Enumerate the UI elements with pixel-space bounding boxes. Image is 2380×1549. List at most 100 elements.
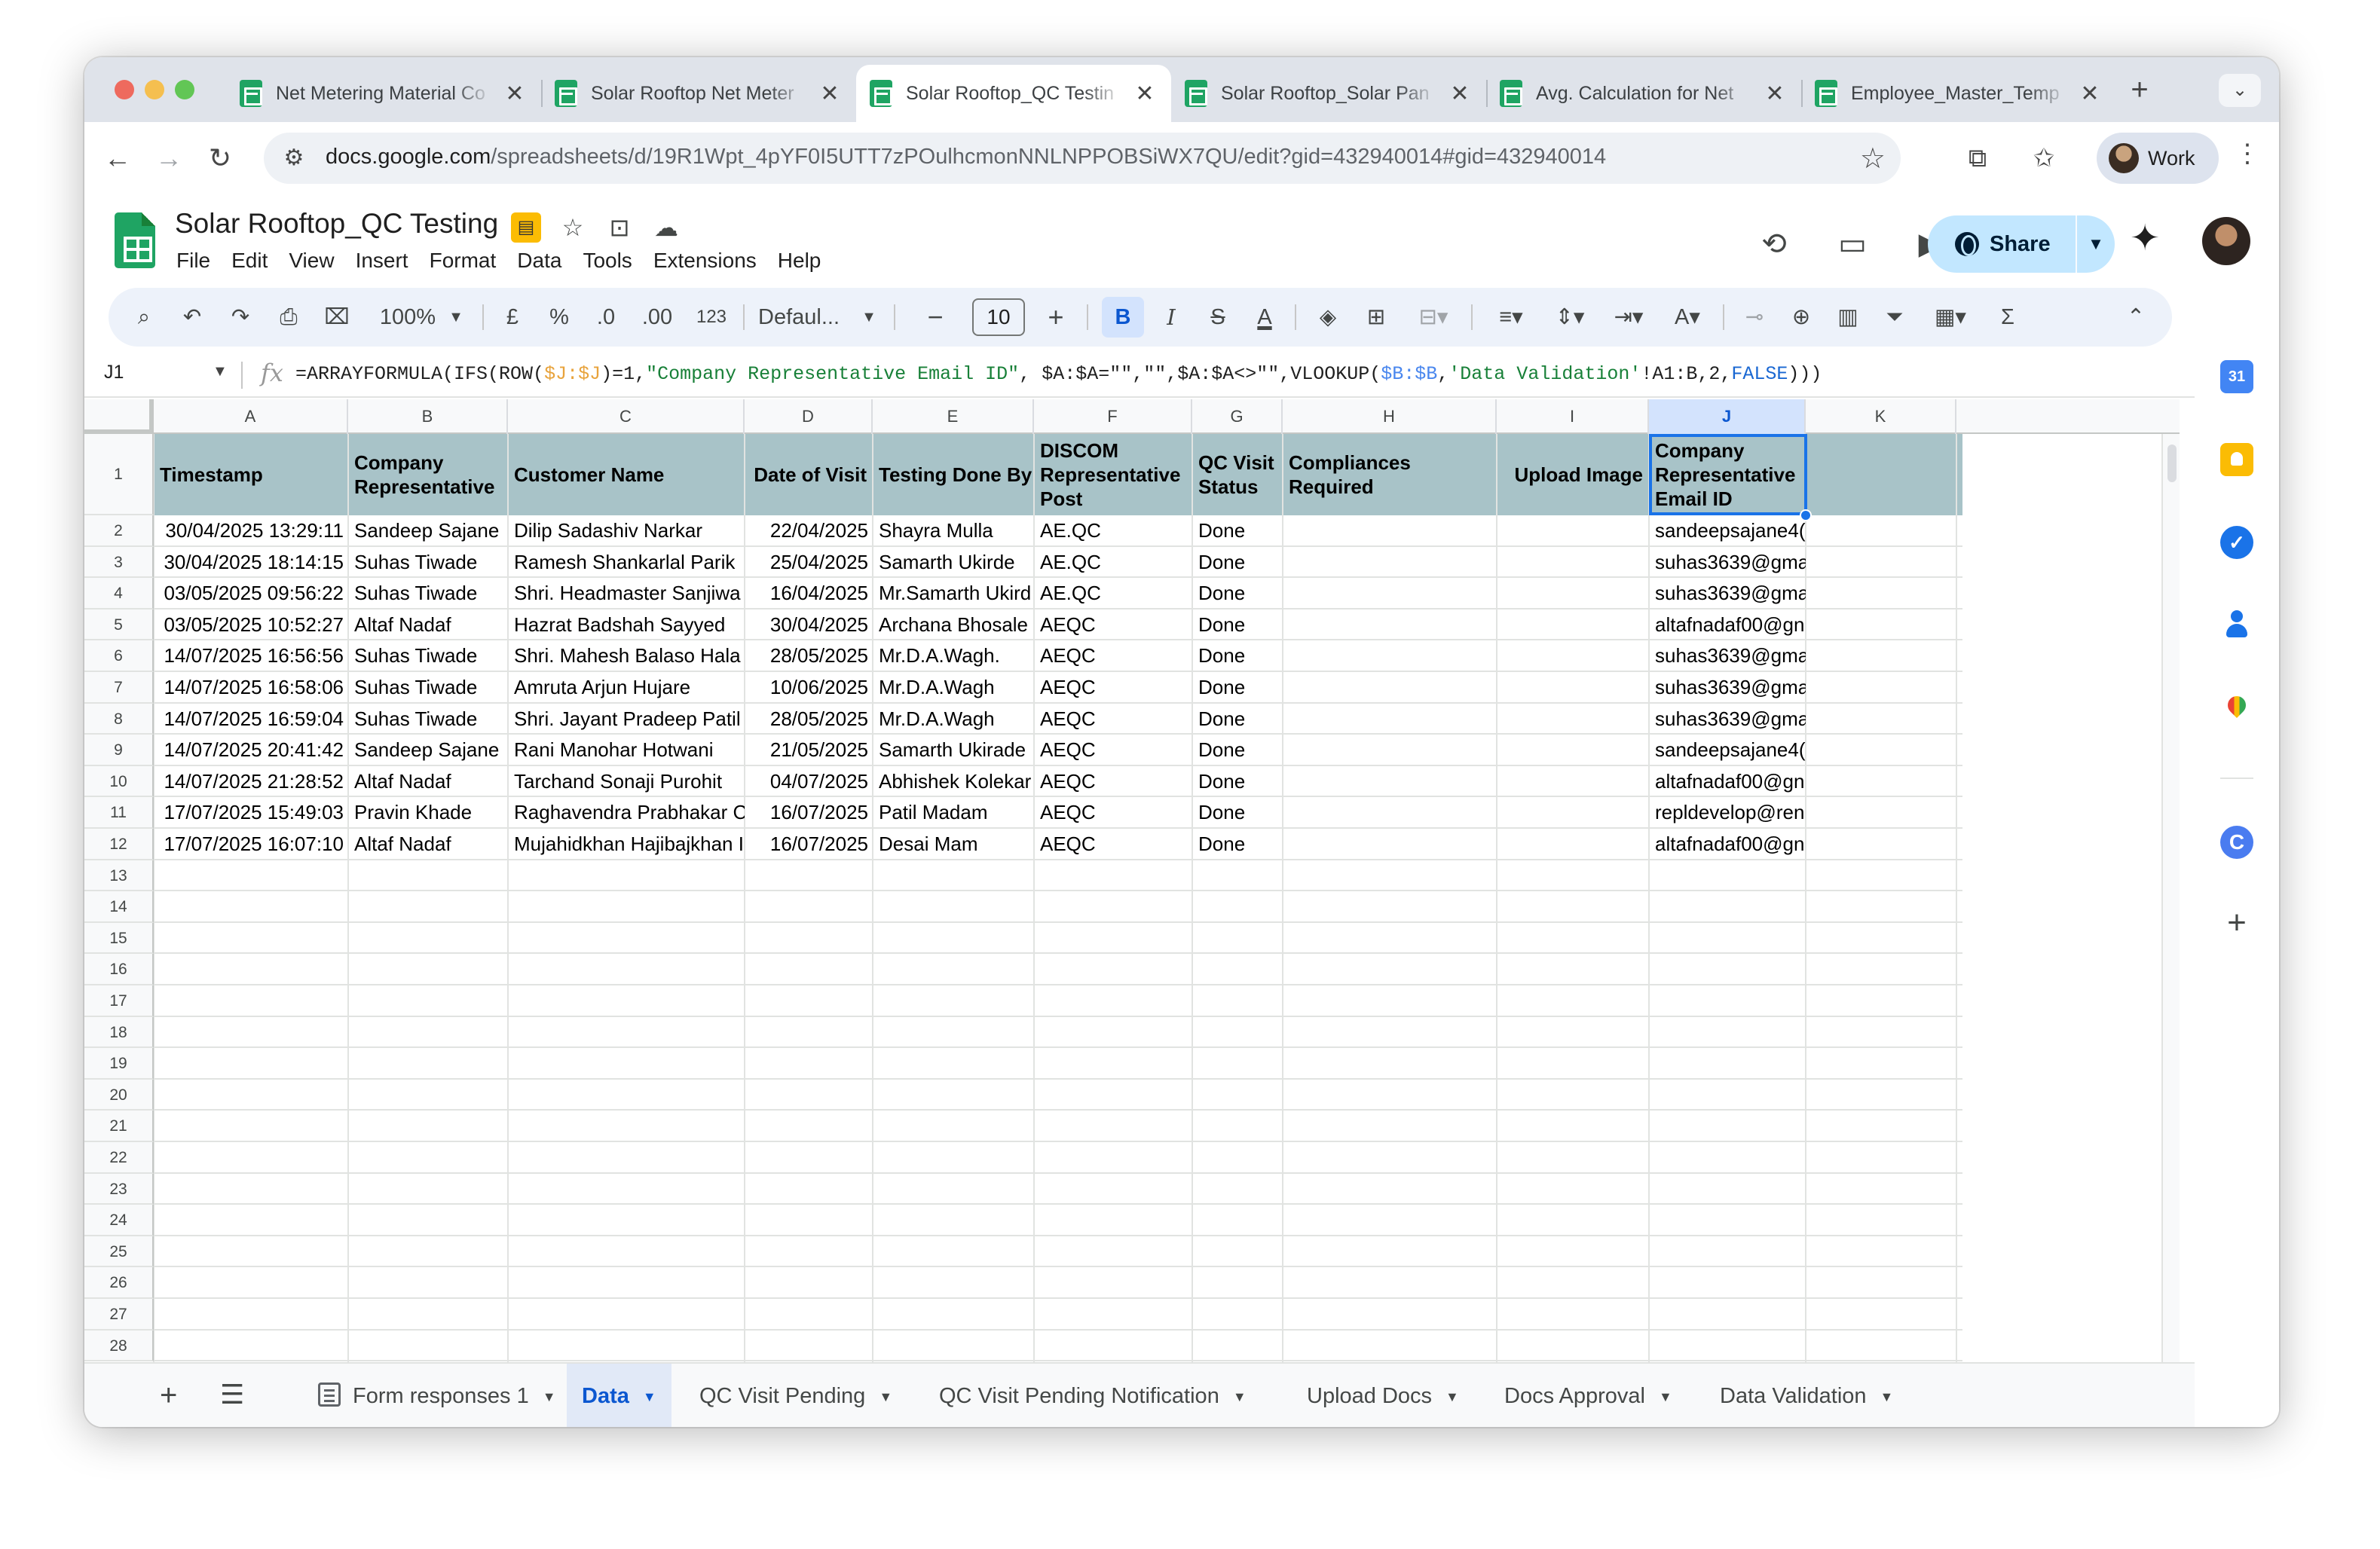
table-cell[interactable]: Sandeep Sajane	[348, 735, 508, 766]
url-text[interactable]: docs.google.com/spreadsheets/d/19R1Wpt_4…	[326, 145, 1606, 170]
table-cell[interactable]: Shri. Mahesh Balaso Hala	[508, 640, 745, 672]
column-header-i[interactable]: I	[1497, 399, 1649, 434]
vertical-scrollbar[interactable]	[2161, 434, 2180, 1362]
table-cell[interactable]: suhas3639@gma	[1649, 704, 1806, 735]
table-cell[interactable]: Done	[1192, 672, 1283, 704]
table-cell[interactable]: 14/07/2025 16:58:06	[154, 672, 348, 704]
table-cell[interactable]: repldevelop@ren	[1649, 797, 1806, 829]
table-cell[interactable]: AE.QC	[1034, 578, 1192, 610]
new-tab-button[interactable]: +	[2121, 71, 2158, 108]
font-caret-icon[interactable]: ▼	[858, 297, 880, 338]
sheet-tab[interactable]: Upload Docs ▼	[1292, 1364, 1474, 1427]
table-cell[interactable]: AEQC	[1034, 829, 1192, 860]
row-header[interactable]: 17	[84, 985, 154, 1017]
header-cell[interactable]: Compliances Required	[1283, 434, 1497, 515]
table-cell[interactable]: Suhas Tiwade	[348, 547, 508, 579]
excel-format-badge-icon[interactable]: ▤	[511, 212, 541, 243]
row-header[interactable]: 26	[84, 1267, 154, 1299]
table-cell[interactable]: Desai Mam	[873, 829, 1034, 860]
sheet-tab[interactable]: Data ▼	[567, 1364, 671, 1427]
row-header[interactable]: 10	[84, 765, 154, 798]
filter-views-icon[interactable]: ▦▾	[1922, 297, 1979, 338]
zoom-select[interactable]: 100%	[374, 297, 442, 338]
table-cell[interactable]: Mr.D.A.Wagh	[873, 672, 1034, 704]
site-info-icon[interactable]: ⚙	[280, 145, 307, 172]
decrease-font-size-icon[interactable]: −	[916, 297, 954, 338]
table-cell[interactable]: 14/07/2025 16:56:56	[154, 640, 348, 672]
strikethrough-button[interactable]: S	[1198, 297, 1237, 338]
column-header-k[interactable]: K	[1806, 399, 1956, 434]
table-cell[interactable]: Altaf Nadaf	[348, 610, 508, 641]
table-cell[interactable]: Suhas Tiwade	[348, 640, 508, 672]
row-header[interactable]: 13	[84, 860, 154, 892]
row-header[interactable]: 12	[84, 829, 154, 860]
close-tab-icon[interactable]: ✕	[1448, 81, 1471, 107]
row-header[interactable]: 8	[84, 703, 154, 735]
profile-button[interactable]: Work	[2097, 133, 2219, 184]
text-wrapping-icon[interactable]: ⇥▾	[1602, 297, 1655, 338]
header-cell[interactable]: Customer Name	[508, 434, 745, 515]
table-cell[interactable]: AEQC	[1034, 640, 1192, 672]
row-header[interactable]: 28	[84, 1330, 154, 1362]
insert-link-icon[interactable]: ⊸	[1735, 297, 1774, 338]
row-header[interactable]: 3	[84, 546, 154, 579]
table-cell[interactable]: AE.QC	[1034, 547, 1192, 579]
filter-icon[interactable]: ⏷	[1875, 297, 1914, 338]
merge-cells-icon[interactable]: ⊟▾	[1405, 297, 1462, 338]
table-cell[interactable]: 14/07/2025 20:41:42	[154, 735, 348, 766]
table-cell[interactable]: 17/07/2025 15:49:03	[154, 797, 348, 829]
row-header[interactable]: 4	[84, 578, 154, 610]
table-cell[interactable]: altafnadaf00@gn	[1649, 610, 1806, 641]
table-cell[interactable]: 28/05/2025	[745, 704, 873, 735]
header-cell[interactable]: Testing Done By	[873, 434, 1034, 515]
text-rotation-icon[interactable]: A▾	[1661, 297, 1714, 338]
insert-comment-icon[interactable]: ⊕	[1782, 297, 1821, 338]
table-cell[interactable]: Samarth Ukirde	[873, 547, 1034, 579]
table-cell[interactable]: Shri. Jayant Pradeep Patil	[508, 704, 745, 735]
browser-tab[interactable]: Avg. Calculation for Net ✕	[1486, 65, 1801, 122]
header-cell[interactable]: Company Representative	[348, 434, 508, 515]
menu-view[interactable]: View	[289, 249, 334, 273]
table-cell[interactable]: Shri. Headmaster Sanjiwa	[508, 578, 745, 610]
table-cell[interactable]: Done	[1192, 578, 1283, 610]
star-icon[interactable]: ☆	[558, 212, 588, 243]
share-button[interactable]: Share ▼	[1928, 215, 2115, 273]
browser-tab[interactable]: Solar Rooftop Net Meter ✕	[541, 65, 856, 122]
zoom-caret-icon[interactable]: ▼	[445, 297, 467, 338]
table-cell[interactable]: suhas3639@gma	[1649, 547, 1806, 579]
table-cell[interactable]: suhas3639@gma	[1649, 578, 1806, 610]
sheet-tab-menu-icon[interactable]: ▼	[1659, 1389, 1672, 1404]
table-cell[interactable]: Mr.Samarth Ukird	[873, 578, 1034, 610]
more-formats-button[interactable]: 123	[690, 297, 733, 338]
sheet-tab[interactable]: QC Visit Pending ▼	[684, 1364, 907, 1427]
row-header[interactable]: 18	[84, 1016, 154, 1049]
row-header[interactable]: 1	[84, 434, 154, 515]
sheet-tab-menu-icon[interactable]: ▼	[879, 1389, 892, 1404]
menu-help[interactable]: Help	[778, 249, 821, 273]
zoom-window-button[interactable]	[175, 80, 194, 99]
fill-color-icon[interactable]: ◈	[1308, 297, 1348, 338]
percent-format-button[interactable]: %	[541, 297, 577, 338]
formula-input[interactable]: =ARRAYFORMULA(IFS(ROW($J:$J)=1,"Company …	[295, 363, 1822, 385]
table-cell[interactable]: suhas3639@gma	[1649, 640, 1806, 672]
calendar-icon[interactable]: 31	[2220, 360, 2253, 393]
column-header-d[interactable]: D	[745, 399, 873, 434]
row-header[interactable]: 24	[84, 1205, 154, 1236]
reload-button[interactable]: ↻	[199, 137, 241, 179]
header-cell[interactable]: QC Visit Status	[1192, 434, 1283, 515]
row-header[interactable]: 7	[84, 672, 154, 704]
share-dropdown-icon[interactable]: ▼	[2077, 234, 2115, 254]
insert-chart-icon[interactable]: ▥	[1828, 297, 1868, 338]
table-cell[interactable]: 03/05/2025 09:56:22	[154, 578, 348, 610]
header-cell[interactable]: DISCOM Representative Post	[1034, 434, 1192, 515]
sheet-tab-menu-icon[interactable]: ▼	[1233, 1389, 1247, 1404]
sheets-logo-icon[interactable]	[115, 212, 155, 268]
close-tab-icon[interactable]: ✕	[2079, 81, 2101, 107]
sheet-tab[interactable]: Form responses 1 ▼	[303, 1364, 571, 1427]
table-cell[interactable]: Patil Madam	[873, 797, 1034, 829]
table-cell[interactable]: AEQC	[1034, 704, 1192, 735]
table-cell[interactable]: Suhas Tiwade	[348, 578, 508, 610]
maps-icon[interactable]	[2220, 695, 2253, 728]
table-cell[interactable]: 22/04/2025	[745, 515, 873, 547]
row-header[interactable]: 22	[84, 1142, 154, 1174]
